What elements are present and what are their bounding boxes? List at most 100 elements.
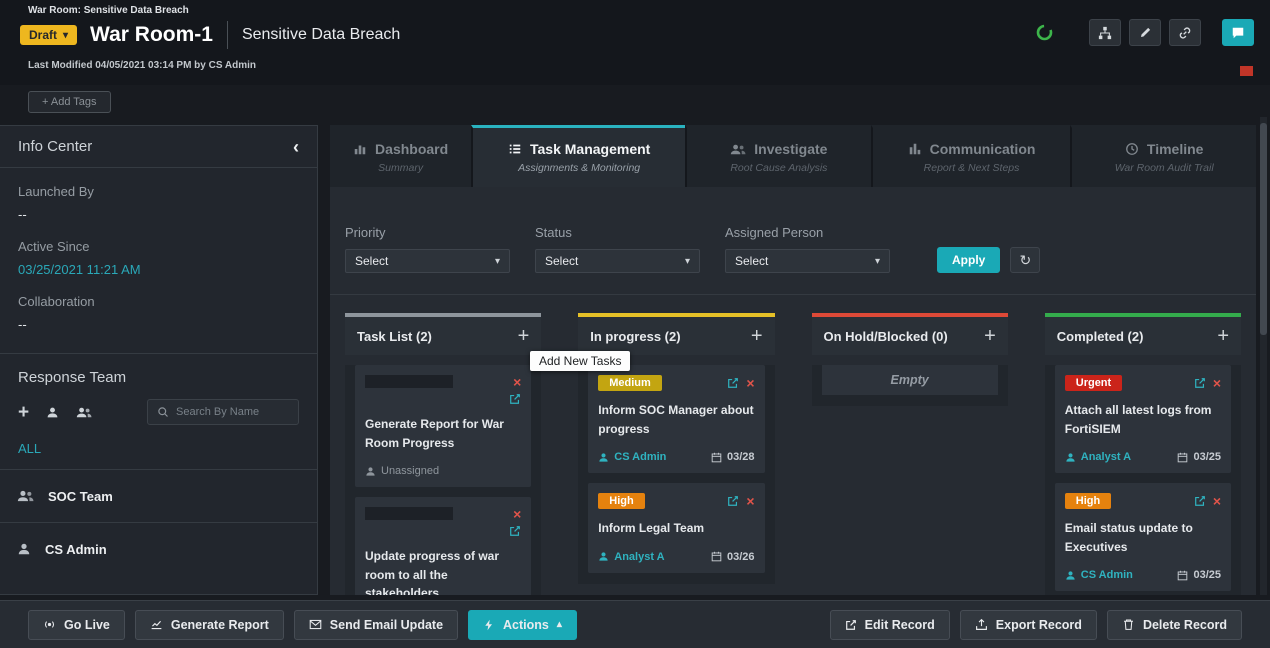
add-team-icon[interactable] [76, 406, 92, 419]
go-live-button[interactable]: Go Live [28, 610, 125, 640]
status-badge[interactable]: Draft ▾ [20, 25, 77, 45]
tab-timeline[interactable]: Timeline War Room Audit Trail [1070, 125, 1256, 187]
delete-task-icon[interactable]: × [513, 507, 521, 521]
info-center-sidebar: Info Center ‹ Launched By -- Active Sinc… [0, 125, 318, 595]
delete-record-button[interactable]: Delete Record [1107, 610, 1242, 640]
delete-task-icon[interactable]: × [746, 376, 754, 390]
vertical-scrollbar[interactable] [1260, 117, 1267, 595]
chevron-up-icon: ▴ [557, 619, 562, 630]
page-subtitle: Sensitive Data Breach [242, 26, 400, 44]
member-row-cs-admin[interactable]: CS Admin [0, 522, 317, 575]
field-value: -- [18, 207, 299, 222]
chat-button[interactable] [1222, 19, 1254, 46]
tab-task-management[interactable]: Task Management Assignments & Monitoring [471, 125, 685, 187]
add-member-icon[interactable]: + [18, 403, 29, 422]
priority-badge: Urgent [1065, 375, 1122, 391]
export-record-button[interactable]: Export Record [960, 610, 1097, 640]
scrollbar-thumb[interactable] [1260, 123, 1267, 335]
task-assignee: CS Admin [598, 451, 666, 463]
task-card[interactable]: High × Email status update to Executives [1055, 483, 1231, 591]
edit-record-button[interactable]: Edit Record [830, 610, 950, 640]
status-select[interactable]: Select ▾ [535, 249, 700, 273]
add-person-icon[interactable] [46, 406, 59, 419]
chevron-down-icon: ▾ [685, 256, 690, 267]
task-card[interactable]: High × Inform Legal Team Analys [588, 483, 764, 573]
add-task-icon[interactable]: + [1217, 326, 1229, 346]
edit-task-icon[interactable] [727, 495, 739, 507]
export-icon [975, 618, 988, 631]
filter-all[interactable]: ALL [0, 437, 317, 469]
search-icon [157, 406, 169, 418]
tab-communication[interactable]: Communication Report & Next Steps [871, 125, 1071, 187]
sitemap-button[interactable] [1089, 19, 1121, 46]
delete-task-icon[interactable]: × [1213, 494, 1221, 508]
redacted-text [365, 375, 453, 388]
edit-task-icon[interactable] [1194, 377, 1206, 389]
filter-label: Status [535, 225, 700, 240]
task-card[interactable]: × Update progress of war room to all the… [355, 497, 531, 595]
refresh-button[interactable]: ↻ [1010, 247, 1040, 273]
search-input[interactable] [176, 406, 284, 418]
chevron-down-icon: ▾ [63, 30, 68, 41]
filter-priority: Priority Select ▾ [345, 225, 510, 273]
apply-button[interactable]: Apply [937, 247, 1000, 273]
footer-actions-bar: Go Live Generate Report Send Email Updat… [0, 600, 1270, 648]
breadcrumb: War Room: Sensitive Data Breach [28, 5, 189, 16]
dashboard-icon [353, 142, 367, 156]
edit-task-icon[interactable] [1194, 495, 1206, 507]
edit-task-icon[interactable] [509, 525, 521, 537]
tab-label: Timeline [1147, 141, 1204, 157]
task-due-date: 03/25 [1177, 569, 1221, 581]
add-task-icon[interactable]: + [751, 326, 763, 346]
delete-task-icon[interactable]: × [746, 494, 754, 508]
tab-investigate[interactable]: Investigate Root Cause Analysis [685, 125, 871, 187]
delete-task-icon[interactable]: × [513, 375, 521, 389]
filter-label: Assigned Person [725, 225, 890, 240]
add-new-tasks-tooltip: Add New Tasks [530, 351, 630, 371]
last-modified: Last Modified 04/05/2021 03:14 PM by CS … [28, 60, 256, 71]
header-title-row: Draft ▾ War Room-1 Sensitive Data Breach [20, 21, 400, 49]
tab-sublabel: War Room Audit Trail [1115, 162, 1214, 174]
empty-placeholder: Empty [822, 365, 998, 395]
priority-badge: High [598, 493, 644, 509]
kanban-column-on-hold: On Hold/Blocked (0) + Empty [812, 313, 1008, 406]
task-title: Update progress of war room to all the s… [365, 547, 521, 595]
generate-report-button[interactable]: Generate Report [135, 610, 284, 640]
actions-button[interactable]: Actions ▴ [468, 610, 577, 640]
send-email-update-button[interactable]: Send Email Update [294, 610, 458, 640]
info-center-header: Info Center ‹ [0, 126, 317, 168]
column-header: Task List (2) + [345, 313, 541, 355]
add-task-icon[interactable]: + [518, 326, 530, 346]
tab-label: Investigate [754, 141, 827, 157]
column-header: In progress (2) + [578, 313, 774, 355]
filter-label: Priority [345, 225, 510, 240]
task-card[interactable]: Medium × Inform SOC Manager about progre… [588, 365, 764, 473]
task-due-date: 03/25 [1177, 451, 1221, 463]
link-button[interactable] [1169, 19, 1201, 46]
team-icon [17, 489, 34, 503]
column-title: On Hold/Blocked (0) [824, 329, 948, 344]
task-list-icon [508, 142, 522, 156]
response-team-actions: + [0, 395, 317, 437]
tab-bar: Dashboard Summary Task Management Assign… [330, 125, 1256, 187]
edit-task-icon[interactable] [509, 393, 521, 405]
member-row-soc-team[interactable]: SOC Team [0, 469, 317, 522]
assigned-person-select[interactable]: Select ▾ [725, 249, 890, 273]
edit-task-icon[interactable] [727, 377, 739, 389]
add-tags-button[interactable]: + Add Tags [28, 91, 111, 113]
column-header: On Hold/Blocked (0) + [812, 313, 1008, 355]
priority-badge: High [1065, 493, 1111, 509]
delete-task-icon[interactable]: × [1213, 376, 1221, 390]
priority-select[interactable]: Select ▾ [345, 249, 510, 273]
task-card[interactable]: × Generate Report for War Room Progress … [355, 365, 531, 487]
war-room-page: War Room: Sensitive Data Breach Draft ▾ … [0, 0, 1270, 648]
tab-dashboard[interactable]: Dashboard Summary [330, 125, 471, 187]
add-task-icon[interactable]: + [984, 326, 996, 346]
edit-pencil-icon [845, 619, 857, 631]
edit-button[interactable] [1129, 19, 1161, 46]
kanban-column-completed: Completed (2) + Urgent × [1045, 313, 1241, 595]
actions-icon [483, 619, 495, 631]
task-card[interactable]: Urgent × Attach all latest logs from For… [1055, 365, 1231, 473]
task-assignee: Analyst A [598, 551, 664, 563]
collapse-sidebar-icon[interactable]: ‹ [293, 138, 299, 156]
